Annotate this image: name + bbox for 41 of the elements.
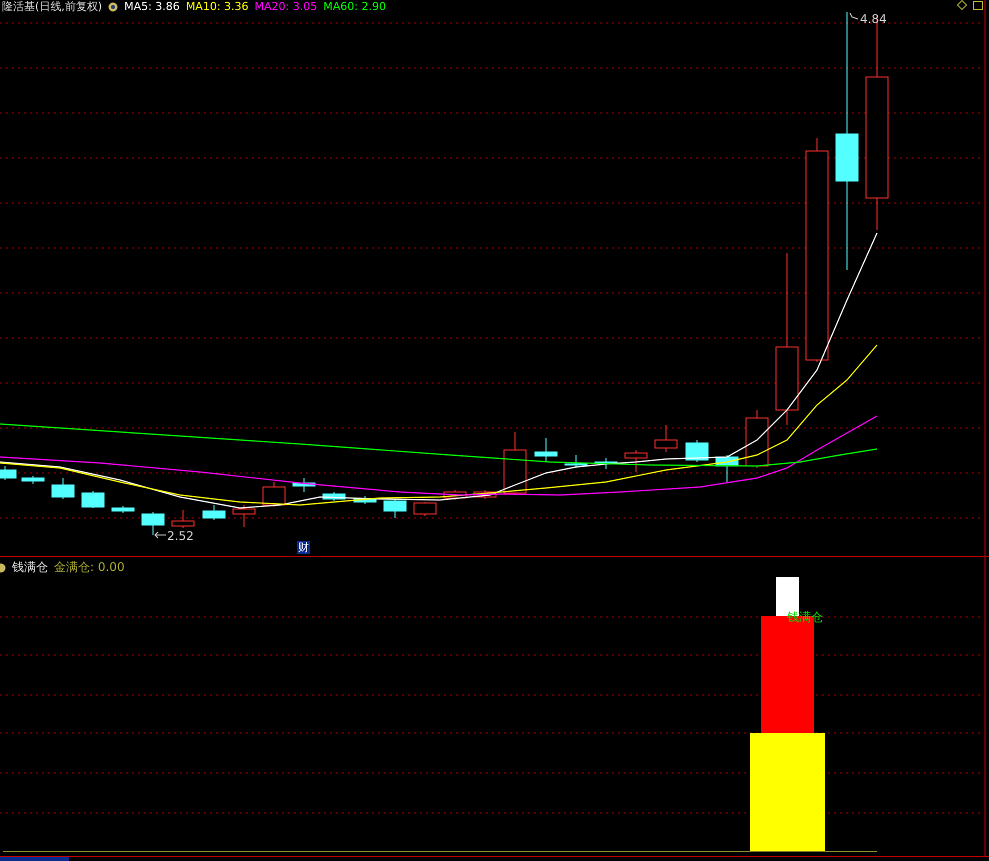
moving-average-value: MA60: 2.90 <box>323 1 386 13</box>
indicator-legend: 金满仓: 0.00 <box>54 559 125 576</box>
candlestick <box>262 482 286 508</box>
moving-average-value: MA20: 3.05 <box>254 1 318 13</box>
candlestick <box>414 502 436 516</box>
candlestick <box>232 504 256 528</box>
candlestick <box>654 424 678 452</box>
low-price-label: 2.52 <box>167 529 194 543</box>
candlestick <box>202 504 226 520</box>
candlestick <box>112 506 134 514</box>
stock-title: 隆活基(日线,前复权) <box>2 1 102 13</box>
candlestick <box>52 478 74 500</box>
diamond-icon[interactable] <box>957 0 967 10</box>
candlestick <box>686 440 708 462</box>
candlestick <box>746 410 768 468</box>
settings-icon[interactable] <box>108 2 118 12</box>
candlestick <box>504 432 526 496</box>
candlestick <box>292 478 316 492</box>
moving-average-value: MA5: 3.86 <box>124 1 180 13</box>
candlestick <box>474 490 496 500</box>
candlestick <box>322 492 346 502</box>
candlestick <box>354 496 376 504</box>
candlestick <box>82 490 104 508</box>
candlestick <box>534 438 558 462</box>
candlestick <box>384 498 406 518</box>
settings-icon[interactable] <box>0 562 6 572</box>
moving-average-value: MA10: 3.36 <box>186 1 249 13</box>
date-box <box>0 857 69 861</box>
indicator-name: 钱满仓 <box>12 559 48 576</box>
panel-icon[interactable] <box>973 0 983 10</box>
candlestick <box>594 458 618 470</box>
candlestick <box>564 454 588 468</box>
finance-marker[interactable]: 财 <box>297 541 310 554</box>
candlestick <box>444 490 466 500</box>
candlestick <box>716 454 738 482</box>
leader-line <box>850 12 858 20</box>
candlestick <box>624 450 648 472</box>
leader-line <box>154 532 166 538</box>
candlestick <box>0 466 16 480</box>
candlestick <box>142 512 164 536</box>
candlestick <box>172 510 194 528</box>
